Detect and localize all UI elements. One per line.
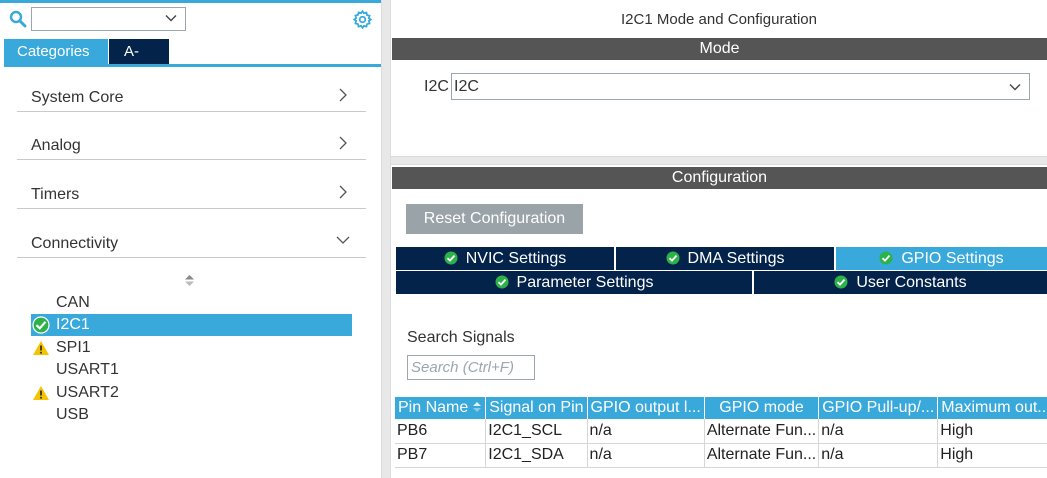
chevron-down-icon	[1009, 84, 1021, 91]
search-icon[interactable]	[9, 10, 27, 28]
tab-parameter-settings[interactable]: Parameter Settings	[396, 271, 752, 294]
category-system-core[interactable]: System Core	[17, 75, 366, 112]
column-header-gpio-mode[interactable]: GPIO mode	[704, 397, 820, 419]
column-header-pin-name[interactable]: Pin Name	[395, 397, 487, 419]
chevron-down-icon	[165, 15, 177, 22]
column-header-gpio-output[interactable]: GPIO output l...	[587, 397, 705, 419]
category-connectivity[interactable]: Connectivity	[17, 221, 366, 258]
sort-icon	[473, 402, 482, 412]
horizontal-splitter[interactable]	[391, 156, 1047, 165]
tab-label: GPIO Settings	[901, 250, 1004, 267]
list-item-usb[interactable]: USB	[31, 404, 352, 426]
column-header-signal[interactable]: Signal on Pin	[485, 397, 588, 419]
list-item-usart2[interactable]: USART2	[31, 382, 352, 404]
list-item-usart1[interactable]: USART1	[31, 359, 352, 381]
item-label: I2C1	[56, 316, 90, 333]
tab-user-constants[interactable]: User Constants	[754, 271, 1047, 294]
check-circle-icon	[495, 275, 509, 289]
check-circle-icon	[32, 316, 50, 334]
list-item-spi1[interactable]: SPI1	[31, 337, 352, 359]
category-timers[interactable]: Timers	[17, 172, 366, 209]
category-label: Timers	[31, 186, 80, 203]
tab-dma-settings[interactable]: DMA Settings	[616, 247, 834, 270]
chevron-right-icon	[339, 136, 347, 150]
chevron-right-icon	[339, 88, 347, 102]
chevron-down-icon	[336, 236, 350, 244]
check-circle-icon	[834, 275, 848, 289]
configuration-header: Configuration	[392, 167, 1047, 189]
cell-signal: I2C1_SDA	[485, 443, 588, 468]
cell-gpio-mode: Alternate Fun...	[704, 419, 820, 444]
category-label: Connectivity	[31, 235, 119, 252]
mode-header: Mode	[392, 38, 1047, 60]
item-label: USB	[56, 406, 89, 423]
cell-signal: I2C1_SCL	[485, 419, 588, 444]
search-signals-label: Search Signals	[407, 329, 515, 346]
cell-pin-name: PB6	[395, 419, 487, 444]
cell-max-output: High	[937, 443, 1047, 468]
reset-configuration-button[interactable]: Reset Configuration	[406, 204, 583, 234]
table-header-row: Pin Name Signal on Pin GPIO output l... …	[395, 397, 1047, 419]
tab-label: Parameter Settings	[516, 274, 654, 291]
tab-nvic-settings[interactable]: NVIC Settings	[396, 247, 614, 270]
column-header-max-output[interactable]: Maximum out...	[937, 397, 1047, 419]
cell-gpio-output: n/a	[587, 419, 705, 444]
tab-label: NVIC Settings	[465, 250, 567, 267]
chevron-right-icon	[339, 185, 347, 199]
vertical-splitter[interactable]	[381, 0, 391, 478]
check-circle-icon	[879, 251, 893, 265]
column-header-gpio-pull[interactable]: GPIO Pull-up/...	[818, 397, 939, 419]
i2c-field-label: I2C	[424, 78, 449, 95]
list-item-can[interactable]: CAN	[31, 292, 352, 314]
right-panel: I2C1 Mode and Configuration Mode I2C I2C…	[391, 0, 1047, 478]
warning-icon	[33, 341, 49, 355]
sort-icon[interactable]	[184, 274, 195, 287]
tab-categories[interactable]: Categories	[4, 39, 108, 64]
i2c-mode-select[interactable]: I2C	[451, 73, 1030, 100]
check-circle-icon	[666, 251, 680, 265]
cell-gpio-output: n/a	[587, 443, 705, 468]
table-row[interactable]: PB7 I2C1_SDA n/a Alternate Fun... n/a Hi…	[395, 443, 1047, 468]
gear-icon[interactable]	[352, 9, 373, 30]
tab-label: DMA Settings	[687, 250, 785, 267]
item-label: USART1	[56, 361, 119, 378]
left-panel: Categories A->Z System Core Analog Timer…	[0, 0, 381, 478]
item-label: USART2	[56, 384, 119, 401]
left-tabs: Categories A->Z	[4, 39, 169, 85]
gpio-table: Pin Name Signal on Pin GPIO output l... …	[395, 397, 1047, 468]
list-item-i2c1[interactable]: I2C1	[31, 314, 352, 336]
category-analog[interactable]: Analog	[17, 123, 366, 160]
page-title: I2C1 Mode and Configuration	[621, 11, 817, 28]
cell-gpio-pull: n/a	[818, 443, 939, 468]
search-signals-input[interactable]: Search (Ctrl+F)	[407, 355, 535, 380]
warning-icon	[33, 386, 49, 400]
tab-label: User Constants	[856, 274, 967, 291]
cell-max-output: High	[937, 419, 1047, 444]
check-circle-icon	[444, 251, 458, 265]
left-top-accent	[0, 0, 381, 3]
tab-gpio-settings[interactable]: GPIO Settings	[836, 247, 1047, 270]
cell-gpio-mode: Alternate Fun...	[704, 443, 820, 468]
category-label: Analog	[31, 137, 81, 154]
item-label: SPI1	[56, 339, 91, 356]
cell-pin-name: PB7	[395, 443, 487, 468]
cell-gpio-pull: n/a	[818, 419, 939, 444]
item-label: CAN	[56, 294, 90, 311]
column-header-label: Pin Name	[398, 399, 469, 416]
search-combo[interactable]	[31, 7, 186, 31]
table-row[interactable]: PB6 I2C1_SCL n/a Alternate Fun... n/a Hi…	[395, 419, 1047, 444]
tab-a-to-z[interactable]: A->Z	[109, 39, 169, 85]
category-label: System Core	[31, 89, 124, 106]
i2c-mode-value: I2C	[454, 78, 479, 95]
tab-underline	[4, 64, 381, 67]
